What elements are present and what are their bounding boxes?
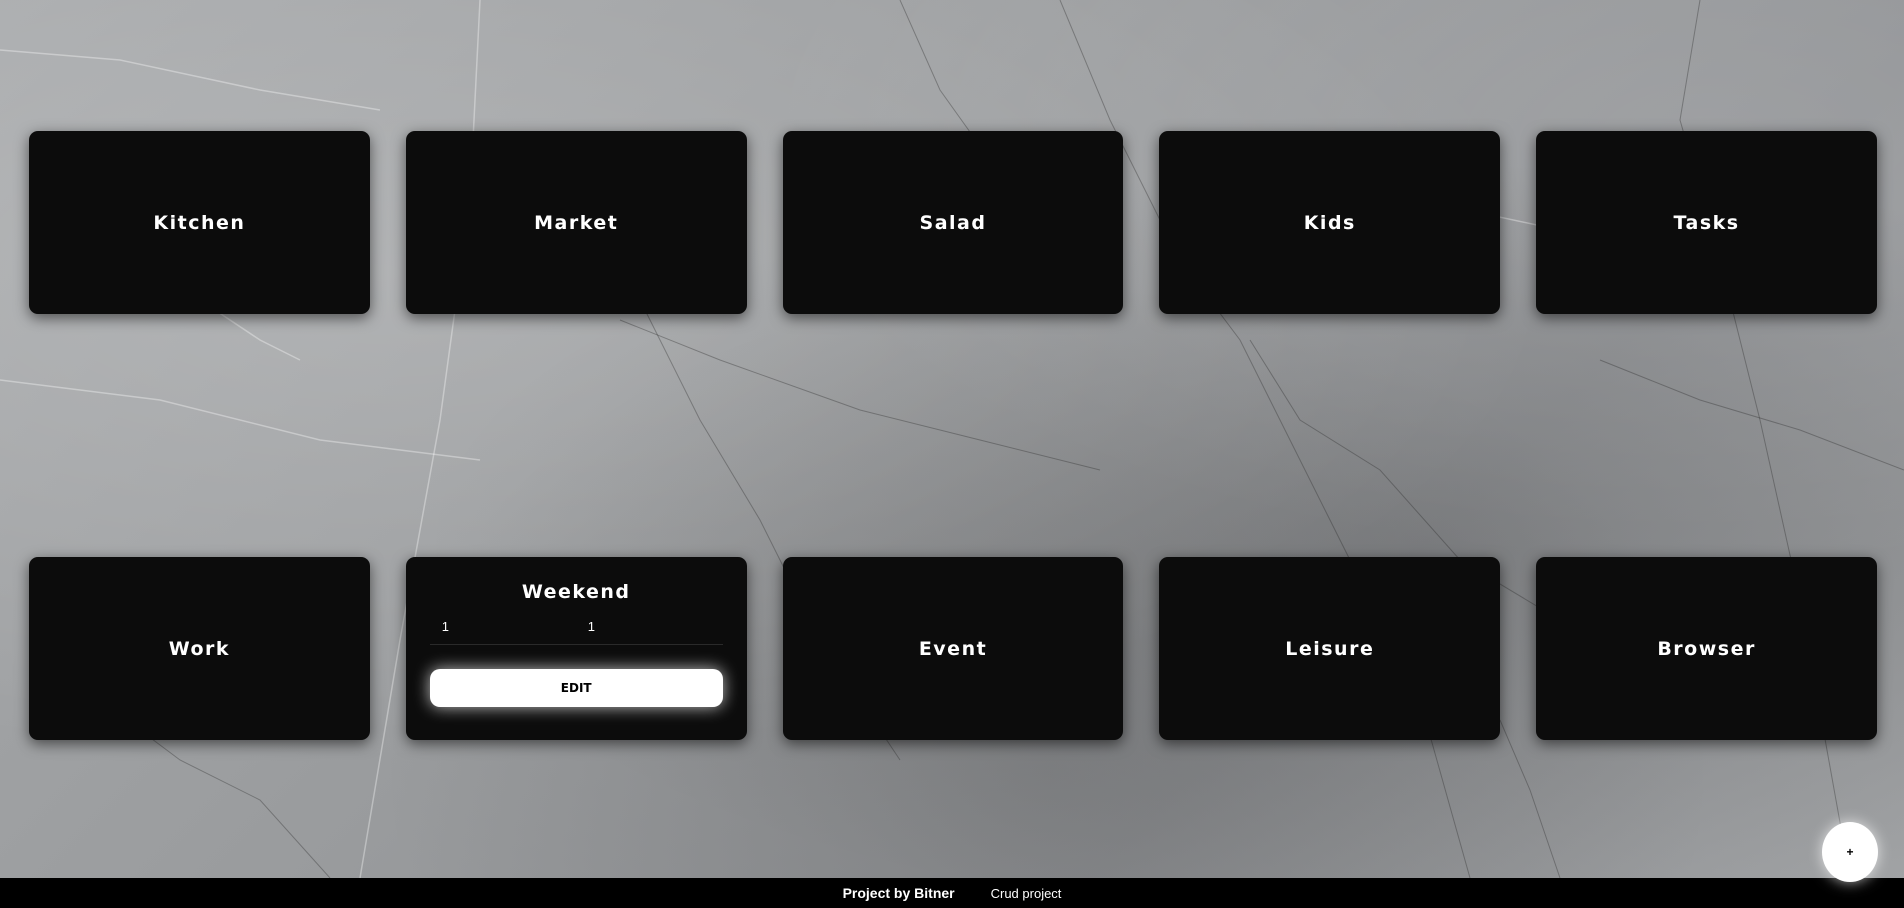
count-left: 1 bbox=[441, 619, 449, 634]
footer: Project by Bitner Crud project bbox=[0, 878, 1904, 908]
card-kitchen[interactable]: Kitchen bbox=[29, 131, 370, 314]
footer-link[interactable]: Crud project bbox=[991, 886, 1062, 901]
card-title: Leisure bbox=[1285, 637, 1375, 660]
card-salad[interactable]: Salad bbox=[782, 131, 1124, 314]
card-title: Market bbox=[534, 211, 619, 234]
card-work[interactable]: Work bbox=[29, 557, 370, 740]
card-counts: 1 1 bbox=[429, 619, 723, 645]
count-right: 1 bbox=[587, 619, 595, 634]
category-row-2: Work Weekend 1 1 EDIT Event Leisure Brow… bbox=[29, 557, 1877, 740]
category-grid: Kitchen Market Salad Kids Tasks Work Wee… bbox=[29, 131, 1877, 740]
card-tasks[interactable]: Tasks bbox=[1536, 131, 1877, 314]
category-row-1: Kitchen Market Salad Kids Tasks bbox=[29, 131, 1877, 314]
card-title: Kitchen bbox=[153, 211, 246, 234]
card-event[interactable]: Event bbox=[782, 557, 1124, 740]
card-kids[interactable]: Kids bbox=[1159, 131, 1501, 314]
footer-credit: Project by Bitner bbox=[842, 885, 955, 901]
card-title: Kids bbox=[1303, 211, 1356, 234]
card-title: Tasks bbox=[1673, 211, 1740, 234]
card-title: Salad bbox=[919, 211, 987, 234]
card-title: Weekend bbox=[521, 581, 631, 603]
card-title: Browser bbox=[1657, 637, 1756, 660]
edit-button[interactable]: EDIT bbox=[429, 669, 723, 707]
add-button[interactable]: + bbox=[1822, 822, 1878, 882]
card-weekend[interactable]: Weekend 1 1 EDIT bbox=[405, 557, 747, 740]
card-leisure[interactable]: Leisure bbox=[1159, 557, 1501, 740]
card-title: Work bbox=[168, 637, 231, 660]
card-title: Event bbox=[918, 637, 988, 660]
card-market[interactable]: Market bbox=[405, 131, 747, 314]
card-browser[interactable]: Browser bbox=[1536, 557, 1877, 740]
